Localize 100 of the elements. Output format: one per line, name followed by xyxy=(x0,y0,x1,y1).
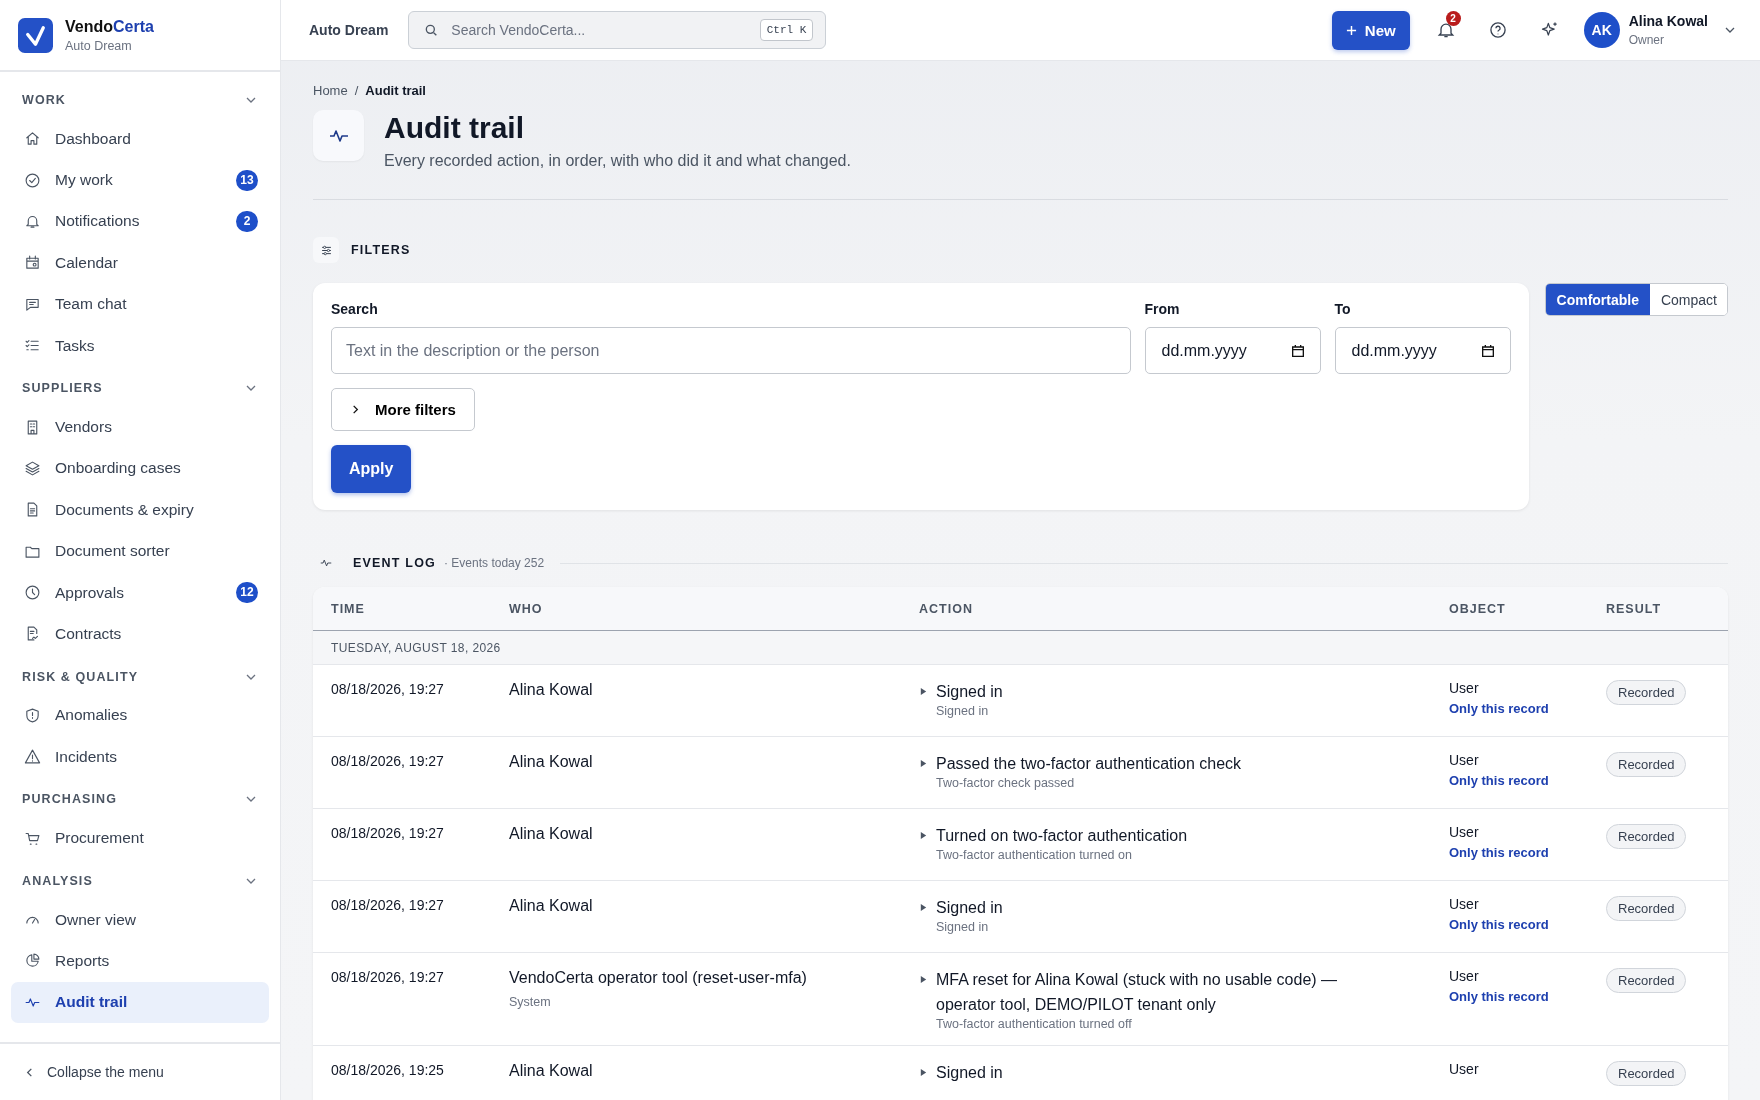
sidebar-item[interactable]: Reports xyxy=(11,940,269,982)
breadcrumb-item: Audit trail xyxy=(365,83,426,98)
status-pill: Recorded xyxy=(1606,968,1687,993)
chevron-left-icon xyxy=(24,1066,35,1078)
sidebar-item[interactable]: Notifications 2 xyxy=(11,200,269,243)
collapse-menu-button[interactable]: Collapse the menu xyxy=(0,1042,280,1100)
sidebar-item[interactable]: Incidents xyxy=(11,736,269,778)
clock-icon xyxy=(24,584,41,602)
actor-type: System xyxy=(509,995,551,1009)
count-badge: 12 xyxy=(236,582,258,604)
sidebar-item[interactable]: Team chat xyxy=(11,283,269,325)
logo-icon xyxy=(18,17,53,53)
sidebar-item[interactable]: Document sorter xyxy=(11,530,269,572)
brand-subtitle: Auto Dream xyxy=(65,38,133,53)
warning-icon xyxy=(24,748,41,766)
column-header: RESULT xyxy=(1606,601,1663,616)
layers-icon xyxy=(24,459,41,477)
sidebar-item[interactable]: My work 13 xyxy=(11,159,269,201)
search-field[interactable]: Search VendoCerta... Ctrl K xyxy=(408,11,827,49)
sidebar-item[interactable]: Vendors xyxy=(11,406,269,448)
sidebar-item[interactable]: Onboarding cases xyxy=(11,447,269,490)
user-name: Alina Kowal xyxy=(1628,13,1708,29)
table-cell: User xyxy=(1449,752,1479,768)
table-cell-text: Passed the two-factor authentication check xyxy=(936,754,1242,774)
search-input-field[interactable]: Text in the description or the person xyxy=(331,327,1131,374)
table-cell: Alina Kowal xyxy=(509,825,593,843)
date-field[interactable]: dd.mm.yyyy xyxy=(1334,327,1511,374)
table-cell: User xyxy=(1449,968,1479,984)
sidebar-item[interactable]: Procurement xyxy=(11,817,269,859)
column-header: OBJECT xyxy=(1449,601,1507,616)
section-title: WORK xyxy=(22,93,66,107)
event-count: · Events today 252 xyxy=(444,556,545,570)
sidebar-item[interactable]: Dashboard xyxy=(11,118,269,160)
apply-button[interactable]: Apply xyxy=(331,445,412,493)
sidebar-item[interactable]: Documents & expiry xyxy=(11,489,269,531)
count-badge: 2 xyxy=(236,210,258,232)
plus-icon xyxy=(1345,24,1357,36)
table-cell: Alina Kowal xyxy=(509,897,593,915)
expand-triangle-icon[interactable] xyxy=(919,975,928,984)
more-filters-button[interactable]: More filters xyxy=(331,388,475,431)
breadcrumb-item[interactable]: Home xyxy=(313,83,348,98)
column-header: ACTION xyxy=(919,601,974,616)
action-detail: Two-factor authentication turned on xyxy=(936,848,1132,862)
sidebar-item[interactable]: Approvals 12 xyxy=(11,571,269,614)
new-button[interactable]: New xyxy=(1331,10,1410,50)
section-title: RISK & QUALITY xyxy=(22,669,139,684)
table-cell: Alina Kowal xyxy=(509,1062,593,1080)
sidebar-item[interactable]: Anomalies xyxy=(11,694,269,737)
record-link[interactable]: Only this record xyxy=(1449,845,1549,860)
action-detail: Two-factor check passed xyxy=(936,776,1075,790)
chevron-right-icon xyxy=(350,404,361,415)
status-pill: Recorded xyxy=(1606,824,1687,849)
sidebar-item[interactable]: Contracts xyxy=(11,613,269,655)
record-link[interactable]: Only this record xyxy=(1449,701,1549,716)
section-title: PURCHASING xyxy=(22,792,118,807)
user-avatar[interactable]: AK xyxy=(1583,12,1620,48)
status-pill: Recorded xyxy=(1606,1061,1687,1086)
table-cell: VendoCerta operator tool (reset-user-mfa) xyxy=(509,969,807,987)
expand-triangle-icon[interactable] xyxy=(919,687,928,696)
table-cell: User xyxy=(1449,824,1479,840)
expand-triangle-icon[interactable] xyxy=(919,1068,928,1077)
section-title: EVENT LOG xyxy=(353,556,437,570)
field-label: From xyxy=(1144,301,1181,317)
table-cell: User xyxy=(1449,896,1479,912)
shield-icon xyxy=(24,706,41,724)
section-title: ANALYSIS xyxy=(22,873,93,888)
calendar-icon xyxy=(24,254,41,272)
brand-name: VendoCerta xyxy=(65,17,154,36)
expand-triangle-icon[interactable] xyxy=(919,831,928,840)
action-detail: Two-factor authentication turned off xyxy=(936,1017,1132,1031)
table-cell: 08/18/2026, 19:27 xyxy=(331,681,444,697)
calendar-icon[interactable] xyxy=(1479,342,1496,359)
density-tab[interactable]: Comfortable xyxy=(1545,284,1650,315)
calendar-icon[interactable] xyxy=(1289,342,1306,359)
status-pill: Recorded xyxy=(1606,752,1687,777)
date-field[interactable]: dd.mm.yyyy xyxy=(1144,327,1321,374)
table-cell: Alina Kowal xyxy=(509,753,593,771)
help-icon[interactable] xyxy=(1487,20,1508,40)
sidebar-item[interactable]: Audit trail xyxy=(11,981,269,1024)
table-cell: 08/18/2026, 19:27 xyxy=(331,825,444,841)
section-title: FILTERS xyxy=(351,243,411,257)
table-cell-text: Turned on two-factor authentication xyxy=(936,826,1188,846)
record-link[interactable]: Only this record xyxy=(1449,989,1549,1004)
action-detail: Signed in xyxy=(936,704,989,718)
table-cell-text: Signed in xyxy=(936,1063,1003,1083)
pulse-icon xyxy=(313,110,364,161)
column-header: WHO xyxy=(509,601,544,616)
search-input[interactable]: Search VendoCerta... xyxy=(449,21,750,39)
field-label: To xyxy=(1334,301,1352,317)
sidebar-item[interactable]: Calendar xyxy=(11,242,269,284)
sidebar-item[interactable]: Owner view xyxy=(11,898,269,941)
count-badge: 13 xyxy=(236,169,258,191)
breadcrumb-separator: / xyxy=(354,83,359,98)
sidebar-item[interactable]: Tasks xyxy=(11,324,269,367)
record-link[interactable]: Only this record xyxy=(1449,773,1549,788)
column-header: TIME xyxy=(331,601,366,616)
table-cell: 08/18/2026, 19:27 xyxy=(331,969,444,985)
record-link[interactable]: Only this record xyxy=(1449,917,1549,932)
expand-triangle-icon[interactable] xyxy=(919,759,928,768)
expand-triangle-icon[interactable] xyxy=(919,903,928,912)
